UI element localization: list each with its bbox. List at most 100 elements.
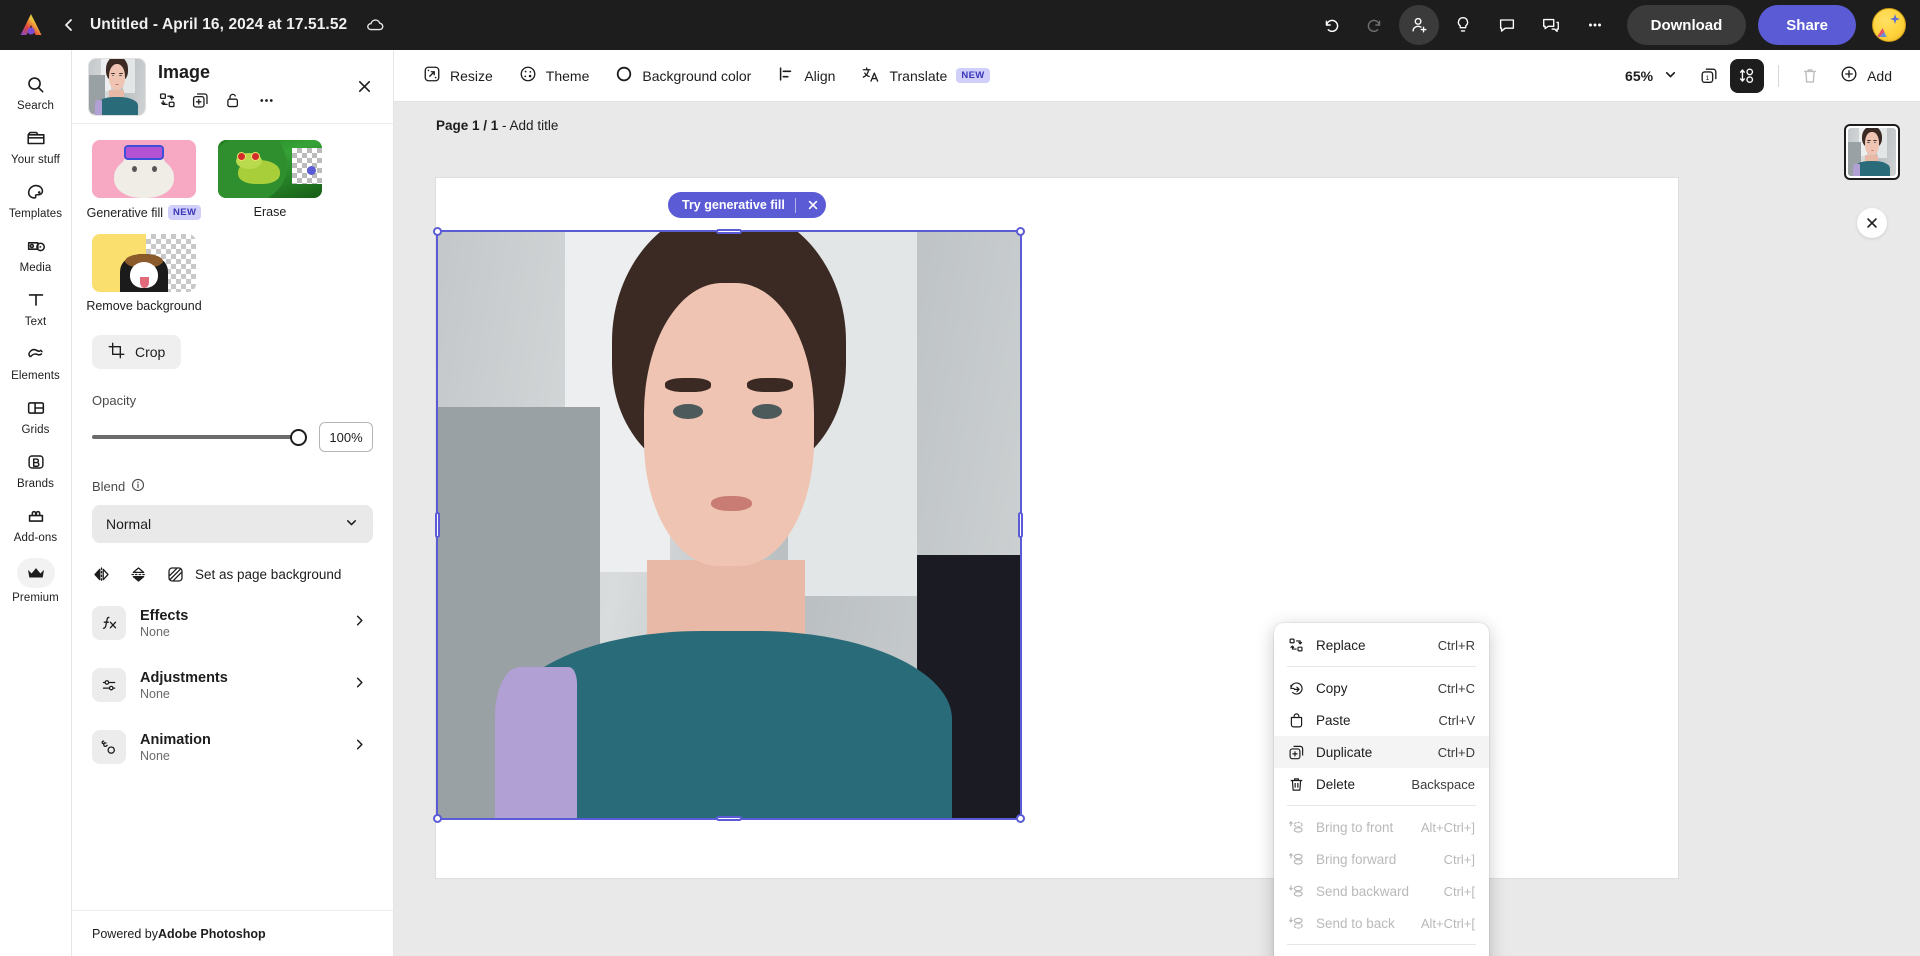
unlock-icon[interactable] bbox=[224, 91, 243, 110]
layers-icon[interactable] bbox=[1730, 59, 1764, 93]
blend-mode-select[interactable]: Normal bbox=[92, 505, 373, 543]
duplicate-icon[interactable] bbox=[191, 91, 210, 110]
adjustments-value: None bbox=[140, 687, 228, 701]
sidebar-item-add-ons[interactable]: Add-ons bbox=[0, 496, 72, 550]
sidebar-item-text[interactable]: Text bbox=[0, 280, 72, 334]
more-horizontal-icon[interactable] bbox=[257, 91, 276, 110]
sidebar-item-brands[interactable]: Brands bbox=[0, 442, 72, 496]
back-chevron-icon[interactable] bbox=[52, 0, 86, 50]
sidebar-item-media[interactable]: Media bbox=[0, 226, 72, 280]
close-icon[interactable] bbox=[349, 72, 379, 102]
animation-icon bbox=[92, 730, 126, 764]
menu-item-duplicate[interactable]: Duplicate Ctrl+D bbox=[1274, 736, 1489, 768]
background-color-button[interactable]: Background color bbox=[602, 59, 764, 93]
adjustments-icon bbox=[92, 668, 126, 702]
blend-label: Blend bbox=[92, 479, 125, 494]
align-button[interactable]: Align bbox=[764, 59, 848, 93]
crown-icon bbox=[17, 558, 55, 588]
menu-item-paste[interactable]: Paste Ctrl+V bbox=[1274, 704, 1489, 736]
sidebar-item-label: Templates bbox=[9, 208, 62, 220]
close-icon[interactable] bbox=[1857, 208, 1887, 238]
adjustments-row[interactable]: Adjustments None bbox=[92, 662, 373, 708]
set-page-background-label[interactable]: Set as page background bbox=[195, 567, 341, 582]
remove-background-action[interactable]: Remove background bbox=[92, 234, 196, 313]
animation-row[interactable]: Animation None bbox=[92, 724, 373, 770]
menu-separator bbox=[1287, 944, 1476, 945]
selected-image[interactable] bbox=[436, 230, 1022, 820]
chevron-down-icon bbox=[1663, 67, 1678, 85]
opacity-slider[interactable] bbox=[92, 428, 305, 446]
resize-button[interactable]: Resize bbox=[410, 59, 506, 93]
effects-row[interactable]: Effects None bbox=[92, 600, 373, 646]
image-properties-panel: Image bbox=[72, 50, 394, 956]
translate-button[interactable]: Translate NEW bbox=[848, 59, 1002, 93]
page-label[interactable]: Page 1 / 1 - Add title bbox=[436, 118, 558, 133]
set-page-background-icon[interactable] bbox=[166, 565, 185, 584]
lightbulb-icon[interactable] bbox=[1443, 5, 1483, 45]
add-button[interactable]: Add bbox=[1831, 59, 1904, 93]
cat-with-bow-thumbnail bbox=[92, 140, 196, 198]
close-icon[interactable] bbox=[804, 196, 822, 214]
theme-label: Theme bbox=[546, 68, 590, 84]
slider-knob[interactable] bbox=[290, 429, 307, 446]
trash-icon[interactable] bbox=[1793, 59, 1827, 93]
crop-button[interactable]: Crop bbox=[92, 335, 181, 369]
menu-item-label: Paste bbox=[1316, 713, 1351, 728]
add-label: Add bbox=[1867, 68, 1892, 84]
sidebar-item-templates[interactable]: Templates bbox=[0, 172, 72, 226]
menu-item-copy[interactable]: Copy Ctrl+C bbox=[1274, 672, 1489, 704]
zoom-control[interactable]: 65% bbox=[1615, 59, 1688, 93]
menu-item-label: Send to back bbox=[1316, 916, 1395, 931]
pages-icon[interactable]: 1 bbox=[1692, 59, 1726, 93]
sidebar-item-grids[interactable]: Grids bbox=[0, 388, 72, 442]
menu-item-lock-allow-replace[interactable]: Lock: Allow Replace bbox=[1274, 950, 1489, 956]
theme-button[interactable]: Theme bbox=[506, 59, 603, 93]
replace-icon[interactable] bbox=[158, 91, 177, 110]
canvas-toolbar-right: 65% 1 Add bbox=[1615, 59, 1904, 93]
opacity-control: 100% bbox=[92, 422, 373, 452]
comment-icon[interactable] bbox=[1487, 5, 1527, 45]
quick-action-caption: Remove background bbox=[79, 299, 209, 313]
page-canvas[interactable]: Try generative fill bbox=[436, 178, 1678, 878]
blend-label-row: Blend bbox=[92, 478, 373, 495]
menu-item-replace[interactable]: Replace Ctrl+R bbox=[1274, 629, 1489, 661]
download-button[interactable]: Download bbox=[1627, 5, 1747, 45]
sidebar-item-elements[interactable]: Elements bbox=[0, 334, 72, 388]
avatar[interactable] bbox=[1872, 8, 1906, 42]
page-1-thumbnail[interactable] bbox=[1844, 124, 1900, 180]
menu-item-label: Bring forward bbox=[1316, 852, 1396, 867]
menu-separator bbox=[1287, 805, 1476, 806]
opacity-label: Opacity bbox=[92, 393, 373, 408]
document-title[interactable]: Untitled - April 16, 2024 at 17.51.52 bbox=[90, 16, 347, 34]
menu-item-delete[interactable]: Delete Backspace bbox=[1274, 768, 1489, 800]
flip-vertical-icon[interactable] bbox=[129, 565, 148, 584]
opacity-input[interactable]: 100% bbox=[319, 422, 373, 452]
panel-footer: Powered by Adobe Photoshop bbox=[72, 910, 393, 956]
cloud-icon bbox=[365, 15, 385, 35]
selected-image-thumbnail bbox=[88, 58, 146, 116]
flip-horizontal-icon[interactable] bbox=[92, 565, 111, 584]
sidebar-item-search[interactable]: Search bbox=[0, 64, 72, 118]
adobe-express-logo[interactable] bbox=[10, 0, 52, 50]
translate-label: Translate bbox=[889, 68, 947, 84]
chat-icon[interactable] bbox=[1531, 5, 1571, 45]
text-icon bbox=[25, 288, 47, 312]
page-add-title[interactable]: - Add title bbox=[498, 118, 558, 133]
try-generative-fill-pill[interactable]: Try generative fill bbox=[668, 192, 826, 218]
menu-item-shortcut: Alt+Ctrl+[ bbox=[1421, 916, 1475, 931]
sidebar-item-premium[interactable]: Premium bbox=[0, 550, 72, 610]
generative-fill-label: Try generative fill bbox=[682, 198, 785, 212]
sidebar-item-your-stuff[interactable]: Your stuff bbox=[0, 118, 72, 172]
share-button[interactable]: Share bbox=[1758, 5, 1856, 45]
add-person-icon[interactable] bbox=[1399, 5, 1439, 45]
menu-item-send-to-back: Send to back Alt+Ctrl+[ bbox=[1274, 907, 1489, 939]
undo-icon[interactable] bbox=[1311, 5, 1351, 45]
powered-by-prefix: Powered by bbox=[92, 927, 158, 941]
align-icon bbox=[777, 65, 795, 86]
generative-fill-action[interactable]: Generative fill NEW bbox=[92, 140, 196, 220]
addons-icon bbox=[25, 504, 47, 528]
more-horizontal-icon[interactable] bbox=[1575, 5, 1615, 45]
info-icon[interactable] bbox=[131, 478, 145, 495]
erase-action[interactable]: Erase bbox=[218, 140, 322, 220]
redo-icon[interactable] bbox=[1355, 5, 1395, 45]
